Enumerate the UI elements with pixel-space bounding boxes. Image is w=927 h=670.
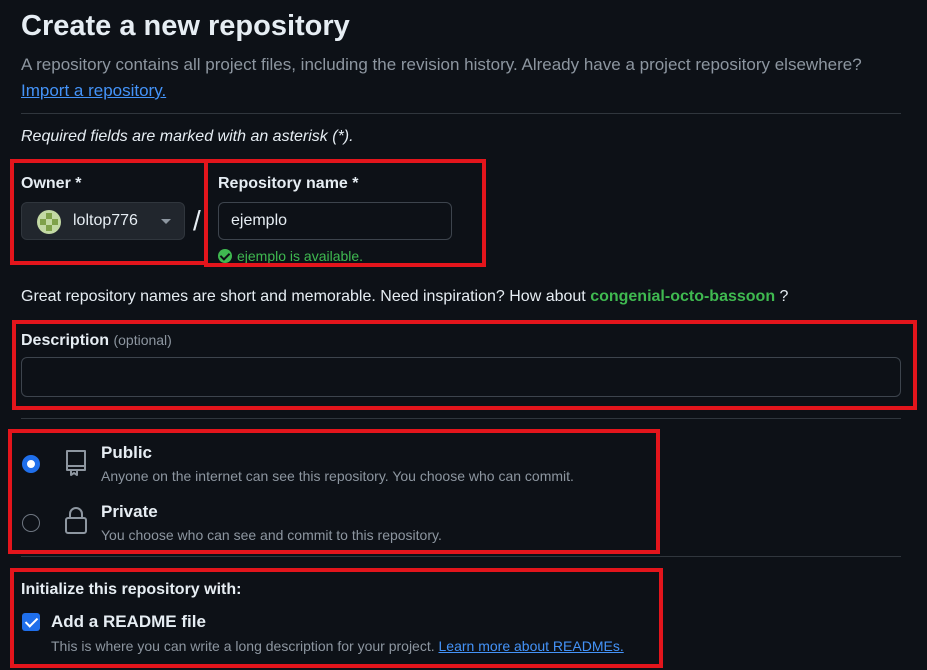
public-label: Public xyxy=(101,443,153,462)
page-title: Create a new repository xyxy=(21,10,350,42)
create-repository-page: Create a new repository A repository con… xyxy=(0,0,927,670)
divider xyxy=(21,113,901,114)
caret-down-icon xyxy=(161,219,171,224)
name-suggestion: Great repository names are short and mem… xyxy=(21,288,788,306)
description-input[interactable] xyxy=(21,357,901,397)
readme-description: This is where you can write a long descr… xyxy=(51,638,624,654)
learn-more-readmes-link[interactable]: Learn more about READMEs. xyxy=(439,638,624,654)
private-description: You choose who can see and commit to thi… xyxy=(101,527,442,543)
public-radio[interactable] xyxy=(22,455,40,473)
suggested-name-button[interactable]: congenial-octo-bassoon xyxy=(590,288,775,305)
check-circle-icon xyxy=(218,249,232,263)
add-readme-checkbox[interactable] xyxy=(22,613,40,631)
suggestion-text: Great repository names are short and mem… xyxy=(21,288,586,305)
availability-message: ejemplo is available. xyxy=(218,248,363,264)
owner-label: Owner * xyxy=(21,175,82,192)
page-subtitle: A repository contains all project files,… xyxy=(21,55,862,74)
required-fields-note: Required fields are marked with an aster… xyxy=(21,128,354,145)
suggestion-suffix: ? xyxy=(779,288,789,305)
public-description: Anyone on the internet can see this repo… xyxy=(101,468,574,484)
private-radio[interactable] xyxy=(22,514,40,532)
owner-dropdown[interactable]: loltop776 xyxy=(21,202,185,240)
initialize-heading: Initialize this repository with: xyxy=(21,581,242,598)
owner-name: loltop776 xyxy=(73,212,138,229)
divider xyxy=(21,418,901,419)
import-repository-link[interactable]: Import a repository. xyxy=(21,81,166,101)
avatar xyxy=(37,210,61,234)
repository-name-label: Repository name * xyxy=(218,175,359,192)
divider xyxy=(21,556,901,557)
repo-icon xyxy=(66,450,86,476)
description-label-text: Description xyxy=(21,332,110,349)
availability-text: ejemplo is available. xyxy=(237,248,364,264)
readme-description-text: This is where you can write a long descr… xyxy=(51,638,435,654)
owner-repo-separator: / xyxy=(193,205,201,236)
repository-name-input[interactable] xyxy=(218,202,452,240)
lock-icon xyxy=(65,507,87,534)
optional-hint: (optional) xyxy=(113,332,172,348)
description-label: Description (optional) xyxy=(21,332,172,350)
private-label: Private xyxy=(101,502,158,521)
add-readme-label: Add a README file xyxy=(51,612,206,631)
